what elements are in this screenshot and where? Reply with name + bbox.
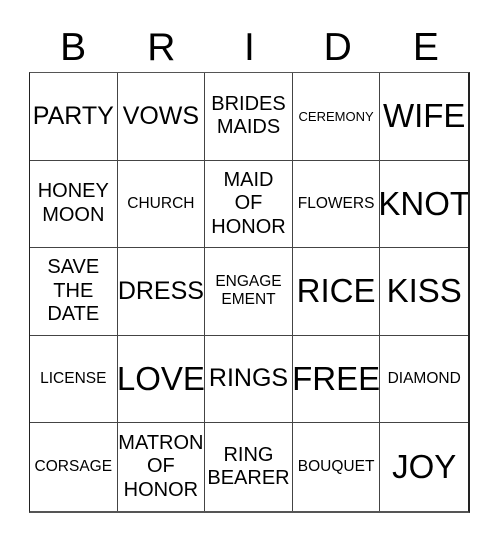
bingo-grid: PARTY VOWS BRIDES MAIDS CEREMONY WIFE HONEY M…	[29, 72, 470, 513]
bingo-cell[interactable]: RINGS	[205, 335, 293, 424]
bingo-cell[interactable]: HONEY MOON	[30, 160, 118, 249]
bingo-header: B R I D E	[29, 22, 470, 70]
bingo-cell-text: LICENSE	[40, 369, 107, 387]
bingo-cell-text: JOY	[392, 448, 457, 486]
header-letter-e: E	[412, 26, 439, 69]
bingo-cell-text: RINGS	[208, 364, 289, 393]
bingo-cell-text: MAID OF HONOR	[211, 168, 286, 238]
bingo-cell-text: KNOT	[380, 184, 468, 222]
bingo-cell[interactable]: ENGAGE EMENT	[205, 248, 293, 336]
bingo-cell[interactable]: FREE	[292, 335, 381, 424]
bingo-cell[interactable]: DIAMOND	[380, 336, 468, 424]
bingo-cell-text: RICE	[296, 272, 376, 310]
bingo-cell-text: PARTY	[32, 101, 114, 130]
bingo-cell-text: BRIDES MAIDS	[211, 92, 286, 139]
bingo-cell[interactable]: MAID OF HONOR	[205, 160, 293, 249]
bingo-cell[interactable]: RICE	[292, 248, 381, 336]
bingo-cell[interactable]: SAVE THE DATE	[30, 248, 118, 336]
header-letter-i: I	[244, 26, 255, 69]
bingo-cell[interactable]: PARTY	[30, 73, 118, 161]
bingo-cell-text: CHURCH	[127, 194, 195, 212]
bingo-cell[interactable]: CORSAGE	[30, 423, 118, 511]
bingo-card: B R I D E PARTY VOWS BRIDES MAIDS CEREMONY W…	[0, 0, 500, 544]
bingo-cell[interactable]: DRESS	[117, 248, 206, 336]
bingo-cell-text: DIAMOND	[387, 369, 461, 387]
bingo-cell-text: HONEY MOON	[37, 180, 109, 226]
bingo-cell-text: FLOWERS	[297, 194, 375, 212]
bingo-cell[interactable]: WIFE	[380, 73, 468, 161]
bingo-cell[interactable]: CHURCH	[117, 160, 206, 249]
bingo-cell[interactable]: VOWS	[117, 73, 206, 161]
bingo-cell[interactable]: KNOT	[380, 161, 468, 249]
bingo-cell[interactable]: JOY	[380, 423, 468, 511]
bingo-cell-text: SAVE THE DATE	[47, 256, 100, 326]
bingo-cell-text: LOVE	[117, 359, 205, 397]
bingo-cell[interactable]: MATRON OF HONOR	[118, 423, 206, 511]
bingo-cell-text: DRESS	[117, 276, 204, 305]
bingo-cell-text: KISS	[386, 272, 462, 310]
bingo-cell-text: FREE	[292, 359, 381, 397]
header-letter-r: R	[147, 26, 176, 69]
bingo-cell-text: RING BEARER	[207, 443, 290, 490]
bingo-cell-text: CEREMONY	[298, 108, 374, 124]
bingo-cell[interactable]: LICENSE	[30, 335, 118, 424]
bingo-cell-text: BOUQUET	[297, 457, 375, 475]
bingo-cell-text: ENGAGE EMENT	[215, 272, 282, 309]
bingo-cell-text: WIFE	[382, 97, 466, 135]
header-letter-d: D	[323, 26, 352, 69]
bingo-cell[interactable]: BRIDES MAIDS	[205, 73, 293, 161]
bingo-cell-text: CORSAGE	[34, 457, 113, 475]
bingo-cell[interactable]: LOVE	[117, 335, 206, 424]
header-letter-b: B	[60, 26, 87, 69]
bingo-cell-text: VOWS	[122, 101, 200, 130]
bingo-cell[interactable]: RING BEARER	[205, 423, 293, 511]
bingo-cell-text: MATRON OF HONOR	[118, 431, 204, 501]
bingo-cell[interactable]: FLOWERS	[292, 160, 381, 249]
bingo-cell[interactable]: BOUQUET	[293, 423, 381, 511]
bingo-cell[interactable]: CEREMONY	[292, 73, 381, 161]
bingo-cell[interactable]: KISS	[380, 248, 468, 336]
